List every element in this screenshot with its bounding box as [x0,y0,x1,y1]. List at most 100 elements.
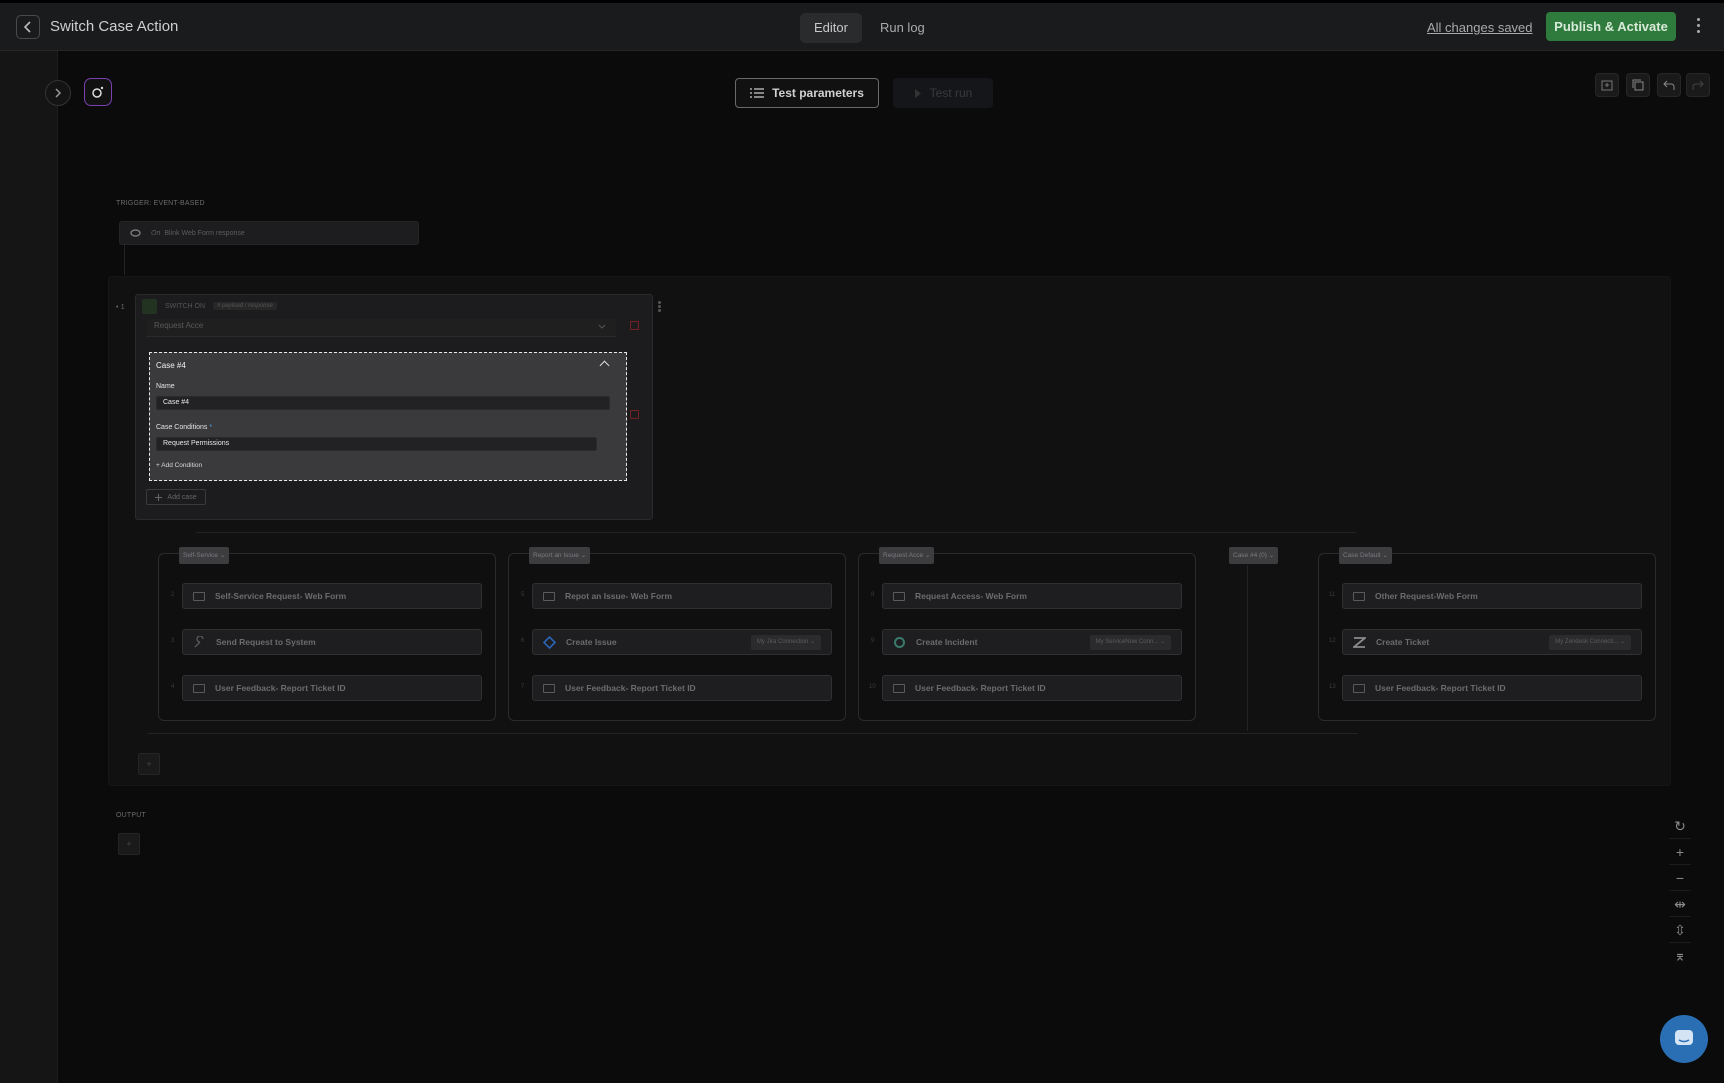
branch-tag-request-access[interactable]: Request Acce ⌄ [879,547,935,564]
case-edit-panel: Case #4 Name Case #4 Case Conditions * R… [149,352,627,481]
step-number: 10 [869,684,876,690]
step-number: 7 [521,684,525,690]
switch-header: SWITCH ON # payload / response [136,295,652,317]
form-icon [543,683,555,693]
back-button[interactable] [16,15,40,39]
undo-button[interactable] [1657,73,1681,97]
zoom-in-icon[interactable]: + [1669,839,1691,865]
fit-height-icon[interactable]: ⇳ [1669,917,1691,943]
step-number: 2 [171,592,175,598]
redo-button[interactable] [1686,73,1710,97]
ai-assistant-button[interactable] [84,78,112,106]
step-other-request-form[interactable]: Other Request-Web Form [1342,583,1642,609]
test-run-button[interactable]: Test run [893,78,993,108]
collapsed-case-label: Request Acce [154,321,204,330]
delete-case-icon[interactable] [630,321,639,330]
plus-icon [155,493,163,501]
branch-tag-self-service[interactable]: Self-Service ⌄ [179,547,230,564]
step-create-ticket[interactable]: Create Ticket My Zendesk Connecti... ⌄ [1342,629,1642,655]
step-create-issue[interactable]: Create Issue My Jira Connection ⌄ [532,629,832,655]
fit-width-icon[interactable]: ⇹ [1669,891,1691,917]
case-title: Case #4 [156,361,186,370]
delete-case-4-icon[interactable] [630,410,639,419]
step-request-access-form[interactable]: Request Access- Web Form [882,583,1182,609]
form-icon [193,683,205,693]
step-user-feedback[interactable]: User Feedback- Report Ticket ID [882,675,1182,701]
support-chat-button[interactable] [1660,1015,1708,1063]
jira-connection-select[interactable]: My Jira Connection ⌄ [750,635,821,650]
branch-tag-report-issue[interactable]: Report an Issue ⌄ [529,547,591,564]
tab-run-log[interactable]: Run log [866,13,939,43]
zendesk-icon [1353,636,1366,648]
zoom-controls: ↻ + − ⇹ ⇳ ⌆ [1668,813,1692,981]
step-number: 13 [1329,684,1336,690]
save-status-link[interactable]: All changes saved [1427,20,1533,35]
switch-label: SWITCH ON [165,302,206,310]
collapse-icon[interactable]: ⌆ [1669,943,1691,969]
add-output-button[interactable]: + [118,833,140,855]
chevron-down-icon [598,324,606,329]
output-section-label: OUTPUT [116,812,146,819]
jira-icon [543,635,556,649]
chat-icon [1675,1030,1693,1045]
collapsed-case-row[interactable]: Request Acce [146,319,616,337]
more-menu-button[interactable] [1692,15,1704,39]
servicenow-connection-select[interactable]: My ServiceNow Conn... ⌄ [1089,635,1171,650]
step-report-issue-form[interactable]: Repot an Issue- Web Form [532,583,832,609]
trigger-section-label: TRIGGER: EVENT-BASED [116,200,205,207]
left-sidebar [0,51,58,1083]
form-icon [193,591,205,601]
step-self-service-form[interactable]: Self-Service Request- Web Form [182,583,482,609]
step-user-feedback[interactable]: User Feedback- Report Ticket ID [182,675,482,701]
expand-panel-button[interactable] [45,80,71,106]
zoom-out-icon[interactable]: − [1669,865,1691,891]
branch-tag-case-default[interactable]: Case Default ⌄ [1339,547,1392,564]
play-icon [914,88,921,98]
tab-bar: Editor Run log [800,13,939,43]
add-case-button[interactable]: Add case [146,489,206,505]
name-field-label: Name [156,383,175,390]
switch-more-button[interactable] [655,300,663,316]
step-send-request[interactable]: Send Request to System [182,629,482,655]
case-4-empty-line [1247,565,1248,731]
connector-line [124,245,125,275]
page-title: Switch Case Action [50,18,179,35]
step-number: 8 [871,592,875,598]
case-name-input[interactable]: Case #4 [156,396,610,410]
add-condition-link[interactable]: + Add Condition [156,462,202,469]
step-user-feedback[interactable]: User Feedback- Report Ticket ID [1342,675,1642,701]
test-run-label: Test run [929,86,973,100]
test-parameters-button[interactable]: Test parameters [735,78,879,108]
chevron-right-icon [55,88,62,98]
form-icon [893,591,905,601]
switch-branch-icon [142,298,157,314]
tab-editor[interactable]: Editor [800,13,862,43]
case-condition-input[interactable]: Request Permissions [156,437,597,451]
add-step-button[interactable]: + [138,753,160,775]
form-icon [893,683,905,693]
chevron-left-icon [23,21,31,33]
step-number: 4 [171,684,175,690]
trigger-node[interactable]: On Blink Web Form response [119,221,419,245]
collapse-case-button[interactable] [599,360,610,371]
servicenow-icon [894,636,905,648]
step-number: 6 [521,638,525,644]
required-mark: * [209,424,213,431]
copy-button[interactable] [1626,73,1650,97]
wrench-icon [194,635,204,647]
switch-param-chip: # payload / response [213,302,277,310]
form-icon [1353,683,1365,693]
form-icon [1353,591,1365,601]
branch-connector [196,532,1356,533]
step-user-feedback[interactable]: User Feedback- Report Ticket ID [532,675,832,701]
reset-icon[interactable]: ↻ [1669,813,1691,839]
add-note-button[interactable] [1595,73,1619,97]
conditions-field-label: Case Conditions * [156,424,213,431]
copy-icon [1632,79,1644,91]
branch-tag-case-4[interactable]: Case #4 (0) ⌄ [1229,547,1279,564]
publish-activate-button[interactable]: Publish & Activate [1546,12,1676,41]
zendesk-connection-select[interactable]: My Zendesk Connecti... ⌄ [1549,635,1631,650]
step-create-incident[interactable]: Create Incident My ServiceNow Conn... ⌄ [882,629,1182,655]
ai-sparkle-icon [92,86,104,98]
step-number: 12 [1329,638,1336,644]
